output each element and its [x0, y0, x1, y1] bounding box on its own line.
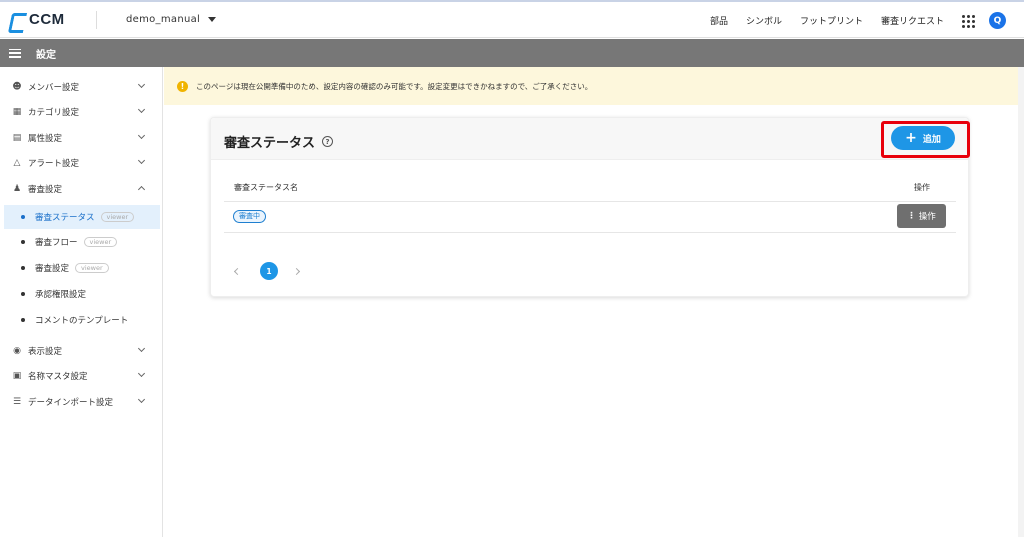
divider	[224, 232, 956, 233]
scrollbar[interactable]	[1018, 67, 1024, 537]
apps-grid-icon[interactable]	[962, 15, 975, 28]
caret-down-icon	[208, 17, 217, 22]
sidebar-item-data-import[interactable]: ☰ データインポート設定	[0, 391, 162, 413]
card-title: 審査ステータス ?	[224, 132, 334, 151]
sidebar-item-alert[interactable]: △ アラート設定	[0, 152, 162, 174]
top-nav: 部品 シンボル フットプリント 審査リクエスト	[692, 2, 944, 38]
sidebar-sub-review-flow[interactable]: 審査フロー viewer	[4, 230, 160, 254]
chevron-down-icon	[137, 395, 146, 404]
review-icon: ♟	[12, 184, 22, 194]
sidebar-item-label: 名称マスタ設定	[28, 372, 88, 382]
warning-icon: !	[177, 80, 188, 92]
nav-parts[interactable]: 部品	[710, 14, 728, 27]
bullet	[21, 292, 25, 296]
sidebar-item-name-master[interactable]: ▣ 名称マスタ設定	[0, 365, 162, 387]
sidebar-item-display[interactable]: ◉ 表示設定	[0, 340, 162, 362]
page-1-button[interactable]: 1	[260, 262, 278, 280]
sidebar-sub-label: 審査ステータス	[35, 213, 95, 223]
eye-icon: ◉	[13, 346, 21, 356]
sidebar: ☻ メンバー設定 ▦ カテゴリ設定 ▤ 属性設定 △ アラート設定 ♟ 審査設定…	[0, 67, 163, 537]
notice-banner: ! このページは現在公開準備中のため、設定内容の確認のみ可能です。設定変更はでき…	[164, 67, 1024, 105]
chevron-right-icon[interactable]	[292, 267, 301, 275]
sidebar-sub-review-status[interactable]: 審査ステータス viewer	[4, 205, 160, 229]
nav-review-request[interactable]: 審査リクエスト	[881, 14, 944, 27]
sidebar-item-attribute[interactable]: ▤ 属性設定	[0, 127, 162, 149]
logo-mark-icon	[8, 13, 26, 27]
chevron-left-icon[interactable]	[233, 267, 242, 275]
more-vert-icon: ⋮	[907, 211, 916, 221]
notice-text: このページは現在公開準備中のため、設定内容の確認のみ可能です。設定変更はできかね…	[196, 81, 593, 91]
chevron-down-icon	[137, 369, 146, 378]
menu-icon[interactable]	[9, 48, 21, 58]
action-button-label: 操作	[918, 212, 936, 222]
chevron-down-icon	[137, 156, 146, 165]
attribute-icon: ▤	[12, 133, 22, 143]
action-button[interactable]: ⋮ 操作	[897, 204, 946, 228]
add-button-label: 追加	[922, 134, 941, 145]
bullet	[21, 240, 25, 244]
chevron-down-icon	[137, 344, 146, 353]
viewer-badge: viewer	[100, 212, 135, 222]
sidebar-sub-comment-template[interactable]: コメントのテンプレート	[4, 308, 160, 332]
plus-icon: +	[905, 130, 917, 146]
sidebar-item-label: データインポート設定	[28, 398, 114, 408]
page-title: 設定	[36, 49, 56, 61]
sidebar-sub-label: 審査設定	[35, 264, 70, 274]
column-header-action: 操作	[914, 183, 930, 192]
chevron-up-icon	[137, 185, 146, 194]
sidebar-item-label: 表示設定	[28, 347, 63, 357]
category-icon: ▦	[12, 107, 22, 117]
sidebar-item-review[interactable]: ♟ 審査設定	[0, 178, 162, 200]
project-name: demo_manual	[126, 14, 201, 25]
viewer-badge: viewer	[75, 263, 109, 273]
top-bar: CCM demo_manual 部品 シンボル フットプリント 審査リクエスト …	[0, 0, 1024, 38]
card-title-text: 審査ステータス	[224, 136, 316, 151]
help-icon[interactable]: ?	[322, 136, 334, 147]
user-icon: ☻	[12, 82, 22, 92]
avatar[interactable]: Q	[989, 12, 1006, 29]
status-chip: 審査中	[233, 210, 266, 223]
nav-symbol[interactable]: シンボル	[746, 14, 782, 27]
viewer-badge: viewer	[83, 237, 118, 247]
divider	[224, 201, 956, 202]
sidebar-item-member[interactable]: ☻ メンバー設定	[0, 76, 162, 98]
chevron-down-icon	[137, 105, 146, 114]
chevron-down-icon	[137, 131, 146, 140]
sidebar-item-category[interactable]: ▦ カテゴリ設定	[0, 101, 162, 123]
bell-icon: △	[13, 158, 21, 168]
sidebar-sub-review-settings[interactable]: 審査設定 viewer	[4, 256, 160, 280]
logo-text: CCM	[29, 11, 65, 28]
sidebar-item-label: カテゴリ設定	[28, 108, 80, 118]
sidebar-item-label: アラート設定	[28, 159, 80, 169]
database-icon: ☰	[12, 397, 22, 407]
sidebar-sub-approval[interactable]: 承認権限設定	[4, 282, 160, 306]
chevron-down-icon	[137, 80, 146, 89]
divider	[96, 10, 97, 29]
bullet	[21, 215, 25, 219]
nav-footprint[interactable]: フットプリント	[800, 14, 863, 27]
bullet	[21, 318, 25, 322]
project-selector[interactable]: demo_manual	[126, 14, 217, 25]
sidebar-sub-label: 審査フロー	[35, 238, 78, 248]
add-button[interactable]: + 追加	[891, 126, 955, 150]
ccm-logo[interactable]: CCM	[8, 11, 88, 28]
pagination: 1	[233, 262, 301, 280]
master-icon: ▣	[12, 371, 22, 381]
column-header-status-name: 審査ステータス名	[234, 183, 298, 192]
bullet	[21, 266, 25, 270]
sidebar-item-label: 審査設定	[28, 185, 63, 195]
title-bar: 設定	[0, 39, 1024, 67]
sidebar-item-label: 属性設定	[28, 134, 63, 144]
sidebar-sub-label: コメントのテンプレート	[35, 316, 129, 326]
sidebar-item-label: メンバー設定	[28, 83, 80, 93]
card-header: 審査ステータス ?	[211, 118, 968, 160]
sidebar-sub-label: 承認権限設定	[35, 290, 87, 300]
review-status-card: 審査ステータス ? + 追加 審査ステータス名 操作 審査中 ⋮ 操作 1	[210, 117, 970, 297]
